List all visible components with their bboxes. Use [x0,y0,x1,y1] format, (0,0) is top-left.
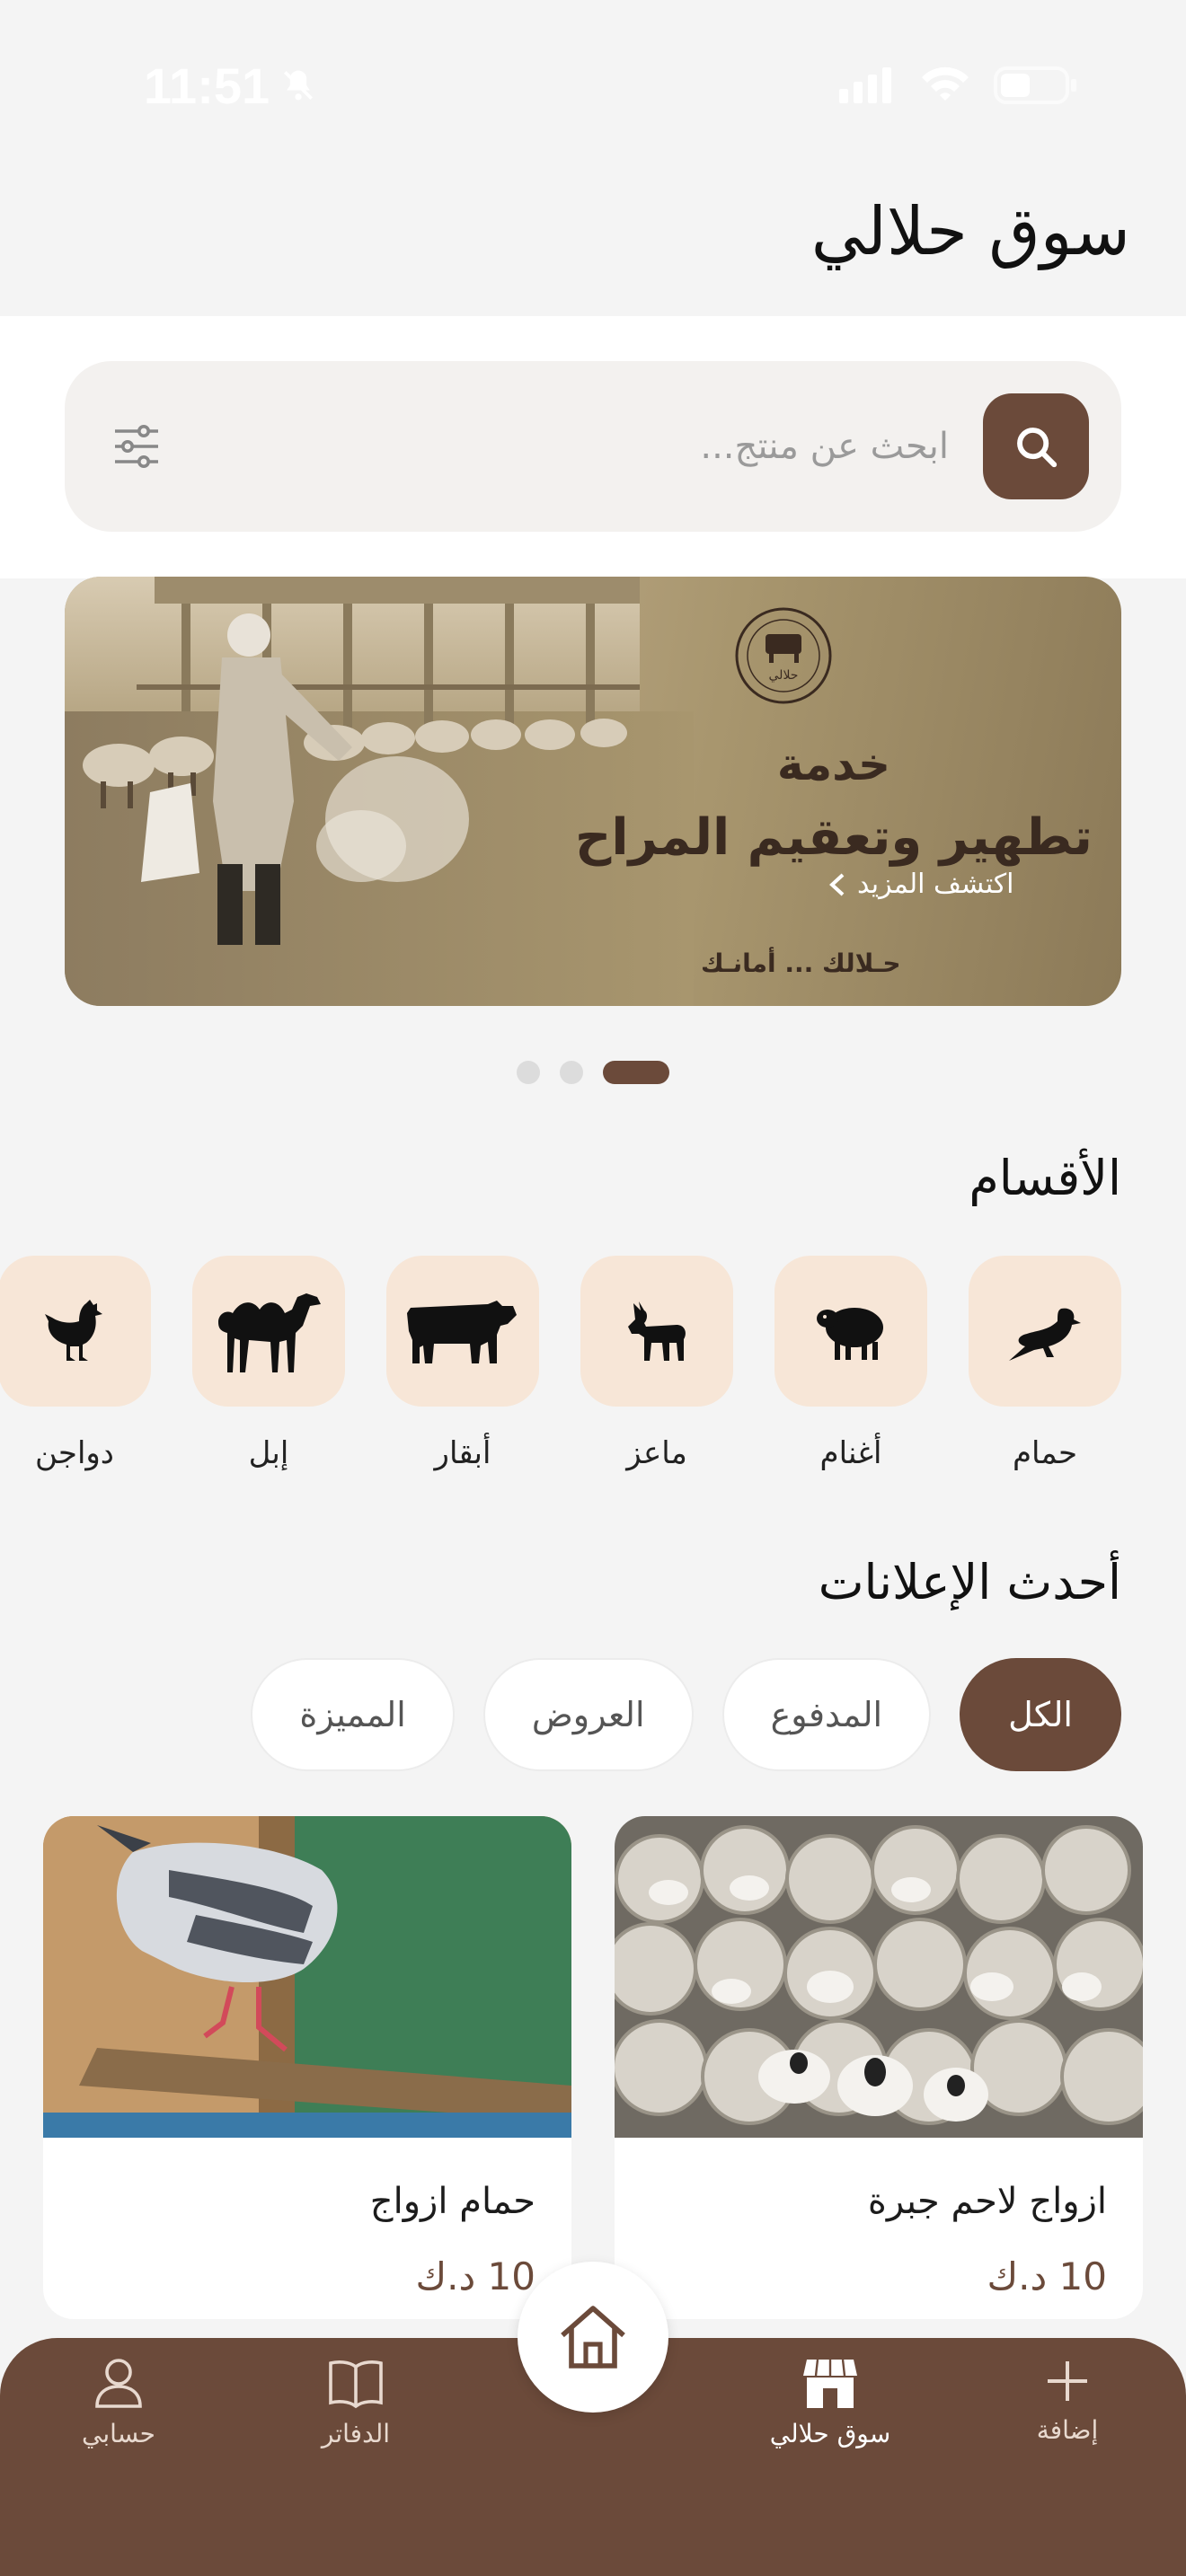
category-tile[interactable] [774,1256,927,1407]
search-icon [1017,428,1058,468]
home-button[interactable] [518,2262,668,2413]
latest-ads-title: أحدث الإعلانات [818,1554,1121,1610]
ad-card-title: ازواج لاحم جبرة [867,2181,1107,2222]
book-icon [329,2360,383,2409]
ad-card-image [43,1816,571,2138]
goat-icon [628,1301,686,1361]
status-time: 11:51 [144,57,318,115]
carousel-dots [0,1060,1186,1085]
chevron-left-icon [829,873,845,895]
filter-chips: الكل المدفوع العروض المميزة [251,1658,1121,1771]
clock: 11:51 [144,57,270,114]
filter-chip-offers[interactable]: العروض [482,1658,694,1771]
category-tile[interactable] [969,1256,1121,1407]
category-cattle[interactable]: أبقار [386,1256,539,1471]
promo-banner[interactable]: حلالي خدمة تطهير وتعقيم المراح اكتشف الم… [65,577,1121,1006]
category-goats[interactable]: ماعز [580,1256,733,1471]
store-icon [803,2359,857,2408]
nav-add[interactable]: إضافة [969,2356,1166,2445]
ad-card-price: 10 د.ك [987,2254,1107,2298]
plus-icon [1048,2361,1087,2401]
carousel-dot[interactable] [560,1061,583,1084]
wifi-icon [922,66,969,101]
nav-market-label: سوق حلالي [769,2419,891,2448]
category-label: أغنام [819,1435,882,1471]
nav-account-label: حسابي [82,2419,155,2448]
carousel-dot[interactable] [517,1061,540,1084]
battery-icon [994,66,1076,104]
category-tile[interactable] [386,1256,539,1407]
pigeon-icon [1009,1308,1081,1361]
category-tile[interactable] [580,1256,733,1407]
ad-card-title: حمام ازواج [369,2181,535,2222]
user-icon [95,2359,142,2408]
ad-card[interactable]: حمام ازواج 10 د.ك [43,1816,571,2319]
nav-account[interactable]: حسابي [20,2356,217,2448]
carousel-dot-active[interactable] [603,1061,669,1084]
banner-line2: تطهير وتعقيم المراح [575,808,1093,867]
ad-card[interactable]: ازواج لاحم جبرة 10 د.ك [615,1816,1143,2319]
category-label: دواجن [35,1435,114,1471]
sheep-icon [817,1308,883,1360]
ad-card-price: 10 د.ك [415,2254,535,2298]
sliders-icon [115,425,158,468]
signal-icon [839,67,891,103]
status-bar: 11:51 [0,0,1186,171]
category-label: أبقار [434,1435,491,1471]
ad-card-image [615,1816,1143,2138]
bell-muted-icon [284,70,314,101]
banner-more-label: اكتشف المزيد [857,869,1014,900]
category-tile[interactable] [0,1256,151,1407]
chicken-icon [45,1300,102,1361]
brand-logo: حلالي [735,607,832,704]
filter-chip-all[interactable]: الكل [960,1658,1121,1771]
cow-icon [407,1301,517,1363]
nav-ledgers-label: الدفاتر [321,2419,391,2448]
banner-more-link[interactable]: اكتشف المزيد [828,869,1014,900]
category-pigeons[interactable]: حمام [969,1256,1121,1471]
category-label: حمام [1012,1435,1078,1471]
search-button[interactable] [983,393,1089,499]
page-title: سوق حلالي [810,193,1130,270]
home-icon [561,2306,625,2369]
banner-text: خدمة تطهير وتعقيم المراح [546,738,1121,867]
category-sheep[interactable]: أغنام [774,1256,927,1471]
category-label: ماعز [626,1435,687,1471]
banner-slogan: حـلالك ... أمانـك [701,948,901,978]
categories-title: الأقسام [969,1150,1121,1206]
filter-chip-paid[interactable]: المدفوع [721,1658,932,1771]
category-tile[interactable] [192,1256,345,1407]
banner-line1: خدمة [776,738,891,790]
category-camels[interactable]: إبل [192,1256,345,1471]
categories-list: حمام أغنام ماعز أبقار إبل دواجن [0,1256,1121,1489]
category-label: إبل [248,1435,289,1471]
filter-button[interactable] [101,410,173,482]
filter-chip-featured[interactable]: المميزة [251,1658,455,1771]
nav-market[interactable]: سوق حلالي [731,2356,929,2448]
logo-text: حلالي [769,668,799,683]
search-bar[interactable]: ابحث عن منتج... [65,361,1121,532]
search-input[interactable]: ابحث عن منتج... [700,361,949,532]
nav-add-label: إضافة [1036,2415,1099,2445]
camel-icon [218,1293,321,1372]
category-poultry[interactable]: دواجن [0,1256,151,1471]
nav-ledgers[interactable]: الدفاتر [257,2356,455,2448]
